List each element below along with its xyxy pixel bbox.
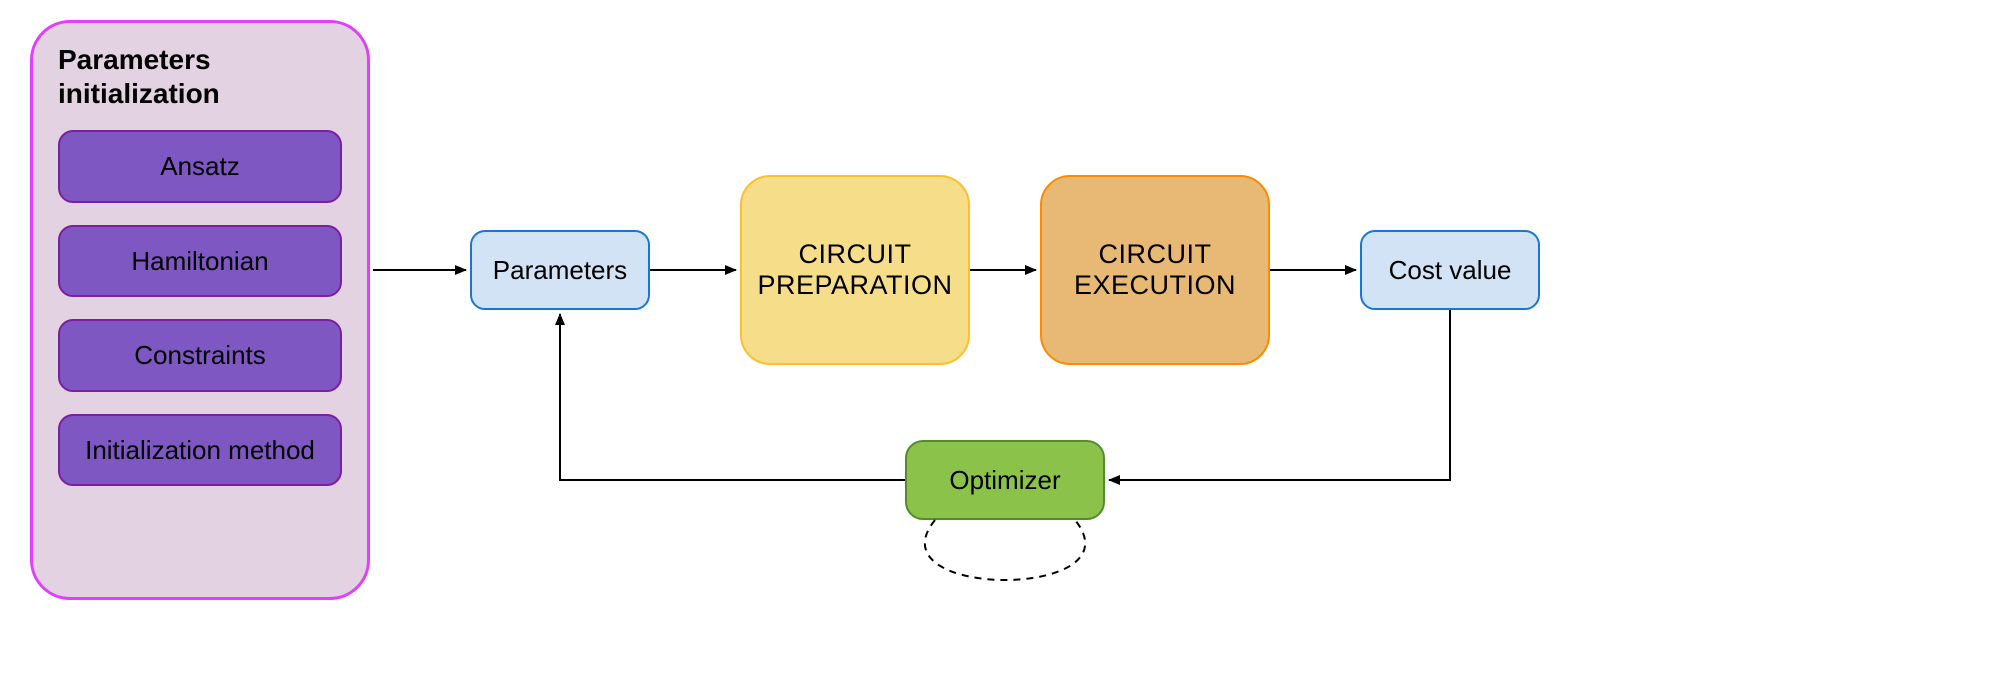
circuit-preparation-label: CIRCUIT PREPARATION <box>742 239 968 301</box>
circuit-preparation-node: CIRCUIT PREPARATION <box>740 175 970 365</box>
cost-value-label: Cost value <box>1389 255 1512 286</box>
circuit-execution-node: CIRCUIT EXECUTION <box>1040 175 1270 365</box>
parameters-node: Parameters <box>470 230 650 310</box>
optimizer-label: Optimizer <box>949 465 1060 496</box>
hamiltonian-box: Hamiltonian <box>58 225 342 298</box>
cost-value-node: Cost value <box>1360 230 1540 310</box>
optimizer-loop <box>925 520 1085 580</box>
constraints-box: Constraints <box>58 319 342 392</box>
initialization-method-box: Initialization method <box>58 414 342 487</box>
circuit-execution-label: CIRCUIT EXECUTION <box>1042 239 1268 301</box>
optimizer-node: Optimizer <box>905 440 1105 520</box>
parameters-label: Parameters <box>493 255 627 286</box>
parameters-initialization-container: Parameters initialization Ansatz Hamilto… <box>30 20 370 600</box>
container-title: Parameters initialization <box>58 43 342 110</box>
ansatz-box: Ansatz <box>58 130 342 203</box>
